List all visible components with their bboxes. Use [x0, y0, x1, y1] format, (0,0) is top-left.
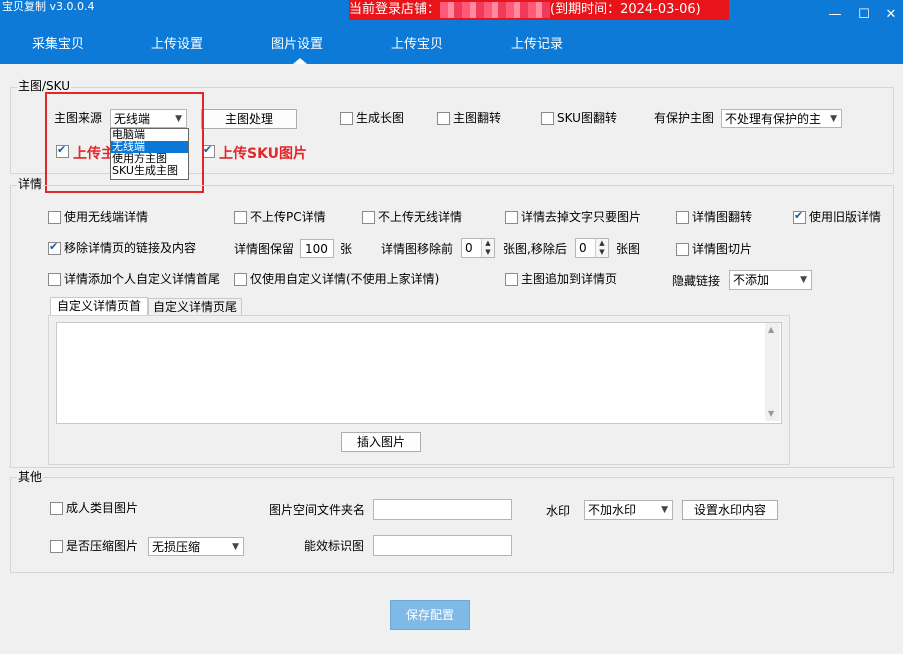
remove-back-value: 0: [579, 241, 587, 255]
watermark-label: 水印: [546, 504, 571, 518]
no-wireless-checkbox[interactable]: [362, 211, 375, 224]
expiry-text: (到期时间：2024-03-06): [550, 2, 701, 17]
no-wireless-label: 不上传无线详情: [378, 210, 463, 224]
remove-links-checkbox[interactable]: [48, 240, 61, 255]
only-custom-label: 仅使用自定义详情(不使用上家详情): [250, 272, 440, 286]
keep-count-input[interactable]: 100: [300, 239, 334, 258]
remove-back-unit: 张图: [616, 242, 641, 256]
compress-checkbox[interactable]: [50, 540, 63, 553]
hide-link-label: 隐藏链接: [672, 274, 721, 288]
main-sku-legend: 主图/SKU: [17, 79, 71, 93]
strip-text-label: 详情去掉文字只要图片: [521, 210, 642, 224]
app-title: 宝贝复制 v3.0.0.4: [2, 0, 95, 13]
energy-label: 能效标识图: [304, 539, 365, 553]
vertical-scrollbar[interactable]: ▲ ▼: [765, 323, 780, 421]
save-config-button[interactable]: 保存配置: [390, 600, 470, 630]
store-prefix: 当前登录店铺：: [349, 2, 441, 17]
append-main-checkbox[interactable]: [505, 273, 518, 286]
compress-value: 无损压缩: [152, 540, 201, 554]
remove-front-value: 0: [465, 241, 473, 255]
compress-label: 是否压缩图片: [66, 539, 139, 553]
tab-upload-settings[interactable]: 上传设置: [127, 36, 227, 56]
chevron-down-icon: ▼: [800, 275, 807, 285]
flip-detail-checkbox[interactable]: [676, 211, 689, 224]
flip-main-label: 主图翻转: [453, 111, 502, 125]
only-custom-checkbox[interactable]: [234, 273, 247, 286]
hide-link-value: 不添加: [733, 273, 770, 287]
custom-detail-textarea[interactable]: [56, 322, 782, 424]
protected-select-value: 不处理有保护的主: [725, 112, 822, 126]
flip-sku-label: SKU图翻转: [557, 111, 617, 125]
add-header-checkbox[interactable]: [48, 273, 61, 286]
redacted-store-name: [440, 1, 551, 18]
slice-label: 详情图切片: [692, 242, 753, 256]
folder-label: 图片空间文件夹名: [269, 503, 366, 517]
no-pc-label: 不上传PC详情: [250, 210, 326, 224]
spin-down-icon[interactable]: ▼: [595, 248, 608, 257]
flip-detail-label: 详情图翻转: [692, 210, 753, 224]
remove-links-label: 移除详情页的链接及内容: [64, 241, 197, 255]
folder-input[interactable]: [373, 499, 512, 520]
chevron-down-icon: ▼: [830, 114, 837, 124]
append-main-label: 主图追加到详情页: [521, 272, 618, 286]
tab-collect[interactable]: 采集宝贝: [8, 36, 108, 56]
maximize-icon[interactable]: ☐: [855, 6, 873, 24]
highlight-box: [45, 92, 204, 193]
slice-checkbox[interactable]: [676, 243, 689, 256]
chevron-down-icon: ▼: [661, 505, 668, 515]
store-banner: 当前登录店铺： (到期时间：2024-03-06): [349, 0, 729, 20]
details-legend: 详情: [17, 177, 44, 191]
keep-unit: 张: [340, 242, 353, 256]
use-old-label: 使用旧版详情: [809, 210, 882, 224]
energy-input[interactable]: [373, 535, 512, 556]
use-wireless-checkbox[interactable]: [48, 211, 61, 224]
watermark-value: 不加水印: [588, 503, 637, 517]
main-image-process-button[interactable]: 主图处理: [201, 109, 297, 129]
insert-image-button[interactable]: 插入图片: [341, 432, 421, 452]
scroll-up-icon[interactable]: ▲: [768, 325, 774, 334]
tab-upload-records[interactable]: 上传记录: [487, 36, 587, 56]
add-header-label: 详情添加个人自定义详情首尾: [64, 272, 221, 286]
remove-back-spinner[interactable]: 0 ▲ ▼: [575, 238, 609, 258]
tab-image-settings[interactable]: 图片设置: [247, 36, 347, 56]
other-legend: 其他: [17, 470, 44, 484]
long-image-label: 生成长图: [356, 111, 405, 125]
remove-front-spinner[interactable]: 0 ▲ ▼: [461, 238, 495, 258]
flip-main-checkbox[interactable]: [437, 112, 450, 125]
use-wireless-label: 使用无线端详情: [64, 210, 149, 224]
spin-up-icon[interactable]: ▲: [595, 239, 608, 248]
keep-label: 详情图保留: [234, 242, 295, 256]
chevron-down-icon: ▼: [232, 542, 239, 552]
remove-back-label: 张图,移除后: [503, 242, 567, 256]
flip-sku-checkbox[interactable]: [541, 112, 554, 125]
close-icon[interactable]: ✕: [882, 6, 900, 24]
other-group: [10, 477, 894, 573]
adult-images-label: 成人类目图片: [66, 501, 139, 515]
subtab-header[interactable]: 自定义详情页首: [50, 297, 148, 316]
compress-select[interactable]: 无损压缩 ▼: [148, 537, 244, 556]
hide-link-select[interactable]: 不添加 ▼: [729, 270, 812, 290]
scroll-down-icon[interactable]: ▼: [768, 409, 774, 418]
tab-upload-items[interactable]: 上传宝贝: [367, 36, 467, 56]
upload-sku-label: 上传SKU图片: [219, 146, 308, 162]
spin-up-icon[interactable]: ▲: [481, 239, 494, 248]
watermark-select[interactable]: 不加水印 ▼: [584, 500, 673, 520]
protected-label: 有保护主图: [654, 111, 715, 125]
watermark-settings-button[interactable]: 设置水印内容: [682, 500, 778, 520]
subtab-footer[interactable]: 自定义详情页尾: [148, 298, 242, 316]
remove-front-label: 详情图移除前: [381, 242, 454, 256]
active-tab-indicator: [293, 58, 307, 64]
protected-select[interactable]: 不处理有保护的主 ▼: [721, 109, 842, 128]
long-image-checkbox[interactable]: [340, 112, 353, 125]
adult-images-checkbox[interactable]: [50, 502, 63, 515]
spin-down-icon[interactable]: ▼: [481, 248, 494, 257]
minimize-icon[interactable]: —: [826, 6, 844, 24]
use-old-checkbox[interactable]: [793, 209, 806, 224]
strip-text-checkbox[interactable]: [505, 211, 518, 224]
no-pc-checkbox[interactable]: [234, 211, 247, 224]
